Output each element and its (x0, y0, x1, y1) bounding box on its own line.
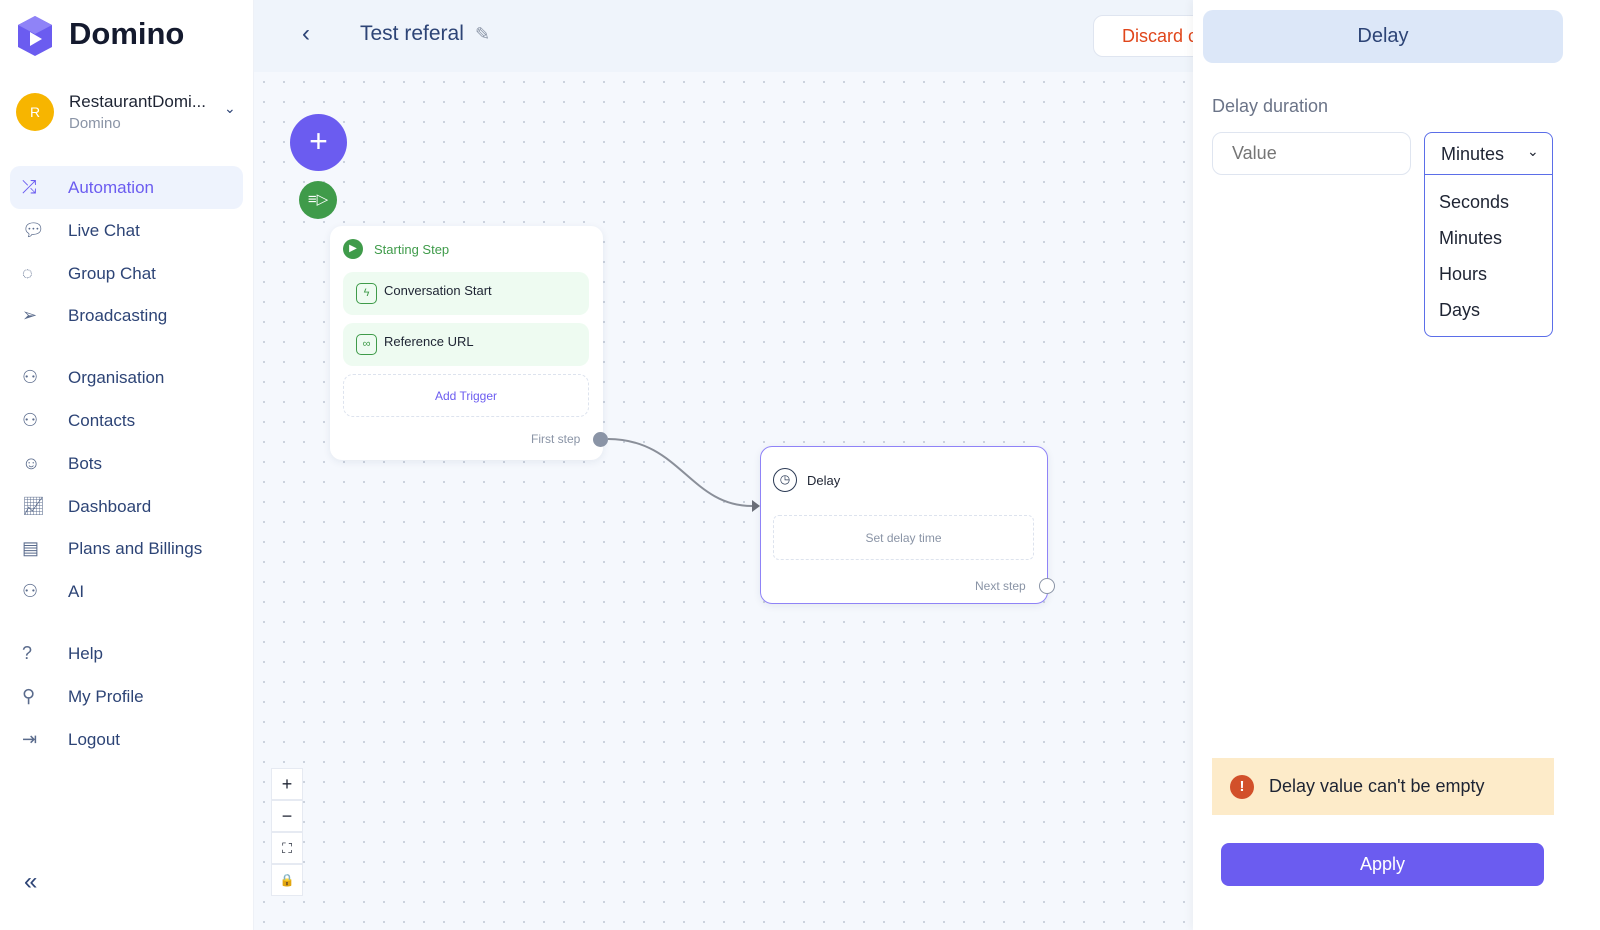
organisation-icon: ⚇ (22, 367, 39, 387)
brand-name: Domino (69, 16, 185, 51)
sidebar-item-label: Bots (68, 453, 103, 473)
ai-icon: ⚇ (22, 581, 39, 601)
delay-node-title: Delay (807, 473, 841, 488)
sidebar-item-bots[interactable]: ☺ Bots (10, 442, 243, 485)
sidebar: Domino R RestaurantDomi... Domino ⌄ ⤮ Aut… (0, 0, 254, 930)
trigger-reference-url[interactable]: ∞ Reference URL (343, 323, 589, 366)
lock-button[interactable]: 🔒 (271, 864, 303, 896)
sidebar-item-label: Plans and Billings (68, 538, 203, 558)
start-flow-icon[interactable]: ≡▷ (299, 181, 337, 219)
error-alert: ! Delay value can't be empty (1212, 758, 1554, 815)
zoom-out-button[interactable]: − (271, 800, 303, 832)
sidebar-item-logout[interactable]: ⇥ Logout (10, 718, 243, 761)
chat-icon: 💬︎ (22, 220, 45, 240)
delay-duration-label: Delay duration (1212, 96, 1329, 116)
play-icon: ▶ (343, 239, 363, 259)
bot-icon: ☺ (22, 453, 41, 473)
add-step-button[interactable]: + (290, 114, 347, 171)
edit-pencil-icon[interactable]: ✎ (475, 24, 490, 45)
connection-edge (607, 438, 760, 512)
account-name[interactable]: RestaurantDomi... (69, 92, 206, 112)
sidebar-item-organisation[interactable]: ⚇ Organisation (10, 356, 243, 399)
first-step-label: First step (531, 432, 581, 446)
option-minutes[interactable]: Minutes (1439, 228, 1502, 249)
collapse-sidebar-icon[interactable]: « (24, 868, 37, 896)
option-hours[interactable]: Hours (1439, 264, 1487, 285)
domino-logo-icon (18, 16, 52, 56)
chevron-down-icon[interactable]: ⌄ (1527, 143, 1539, 160)
link-icon: ∞ (356, 334, 377, 355)
sidebar-item-label: Broadcasting (68, 305, 168, 325)
billing-icon: ▤ (22, 538, 40, 558)
zoom-in-button[interactable]: + (271, 768, 303, 800)
trigger-label: Reference URL (384, 334, 474, 349)
clock-icon: ◷ (773, 468, 797, 492)
starting-step-title: Starting Step (374, 242, 450, 257)
sidebar-item-help[interactable]: ? Help (10, 632, 243, 675)
avatar: R (16, 93, 54, 131)
fit-view-button[interactable]: ⛶ (271, 832, 303, 864)
sidebar-item-contacts[interactable]: ⚇ Contacts (10, 399, 243, 442)
sidebar-item-label: Help (68, 643, 103, 663)
option-seconds[interactable]: Seconds (1439, 192, 1509, 213)
sidebar-item-automation[interactable]: ⤮ Automation (10, 166, 243, 209)
sidebar-item-label: My Profile (68, 686, 144, 706)
sidebar-item-group-chat[interactable]: ◌ Group Chat (10, 252, 243, 295)
profile-icon: ⚲ (22, 686, 36, 706)
delay-value-input[interactable] (1212, 132, 1411, 175)
trigger-label: Conversation Start (384, 283, 492, 298)
next-step-handle[interactable] (1039, 578, 1055, 594)
trigger-conversation-start[interactable]: ϟ Conversation Start (343, 272, 589, 315)
select-divider (1424, 174, 1553, 175)
account-workspace: Domino (69, 115, 121, 132)
sidebar-item-plans-and-billings[interactable]: ▤ Plans and Billings (10, 527, 243, 570)
sidebar-item-label: Group Chat (68, 263, 156, 283)
sidebar-item-label: Dashboard (68, 496, 152, 516)
sidebar-item-label: Logout (68, 729, 120, 749)
error-icon: ! (1230, 774, 1254, 799)
add-trigger-button[interactable]: Add Trigger (343, 374, 589, 417)
sidebar-item-label: Automation (68, 177, 154, 197)
set-delay-time-placeholder[interactable]: Set delay time (773, 515, 1034, 560)
group-chat-icon: ◌ (22, 263, 33, 283)
chart-icon: 📈︎ (22, 496, 45, 516)
contacts-icon: ⚇ (22, 410, 39, 430)
error-message: Delay value can't be empty (1269, 776, 1485, 796)
apply-button[interactable]: Apply (1221, 843, 1544, 886)
sidebar-item-ai[interactable]: ⚇ AI (10, 570, 243, 613)
back-icon[interactable]: ‹ (302, 20, 310, 48)
chevron-down-icon[interactable]: ⌄ (224, 100, 236, 117)
shuffle-icon: ⤮ (22, 177, 37, 197)
flow-title: Test referal (360, 22, 464, 45)
sidebar-item-label: Contacts (68, 410, 136, 430)
help-icon: ? (22, 643, 33, 663)
unit-selected-value: Minutes (1441, 144, 1505, 164)
option-days[interactable]: Days (1439, 300, 1480, 321)
sidebar-item-label: Organisation (68, 367, 165, 387)
lightning-icon: ϟ (356, 283, 377, 304)
sidebar-item-dashboard[interactable]: 📈︎ Dashboard (10, 485, 243, 528)
sidebar-item-my-profile[interactable]: ⚲ My Profile (10, 675, 243, 718)
sidebar-item-label: AI (68, 581, 85, 601)
panel-title: Delay (1203, 10, 1563, 63)
send-icon: ➢ (22, 305, 38, 325)
logout-icon: ⇥ (22, 729, 38, 749)
sidebar-item-broadcasting[interactable]: ➢ Broadcasting (10, 294, 243, 337)
sidebar-item-label: Live Chat (68, 220, 140, 240)
sidebar-item-live-chat[interactable]: 💬︎ Live Chat (10, 209, 243, 252)
next-step-label: Next step (975, 579, 1026, 593)
